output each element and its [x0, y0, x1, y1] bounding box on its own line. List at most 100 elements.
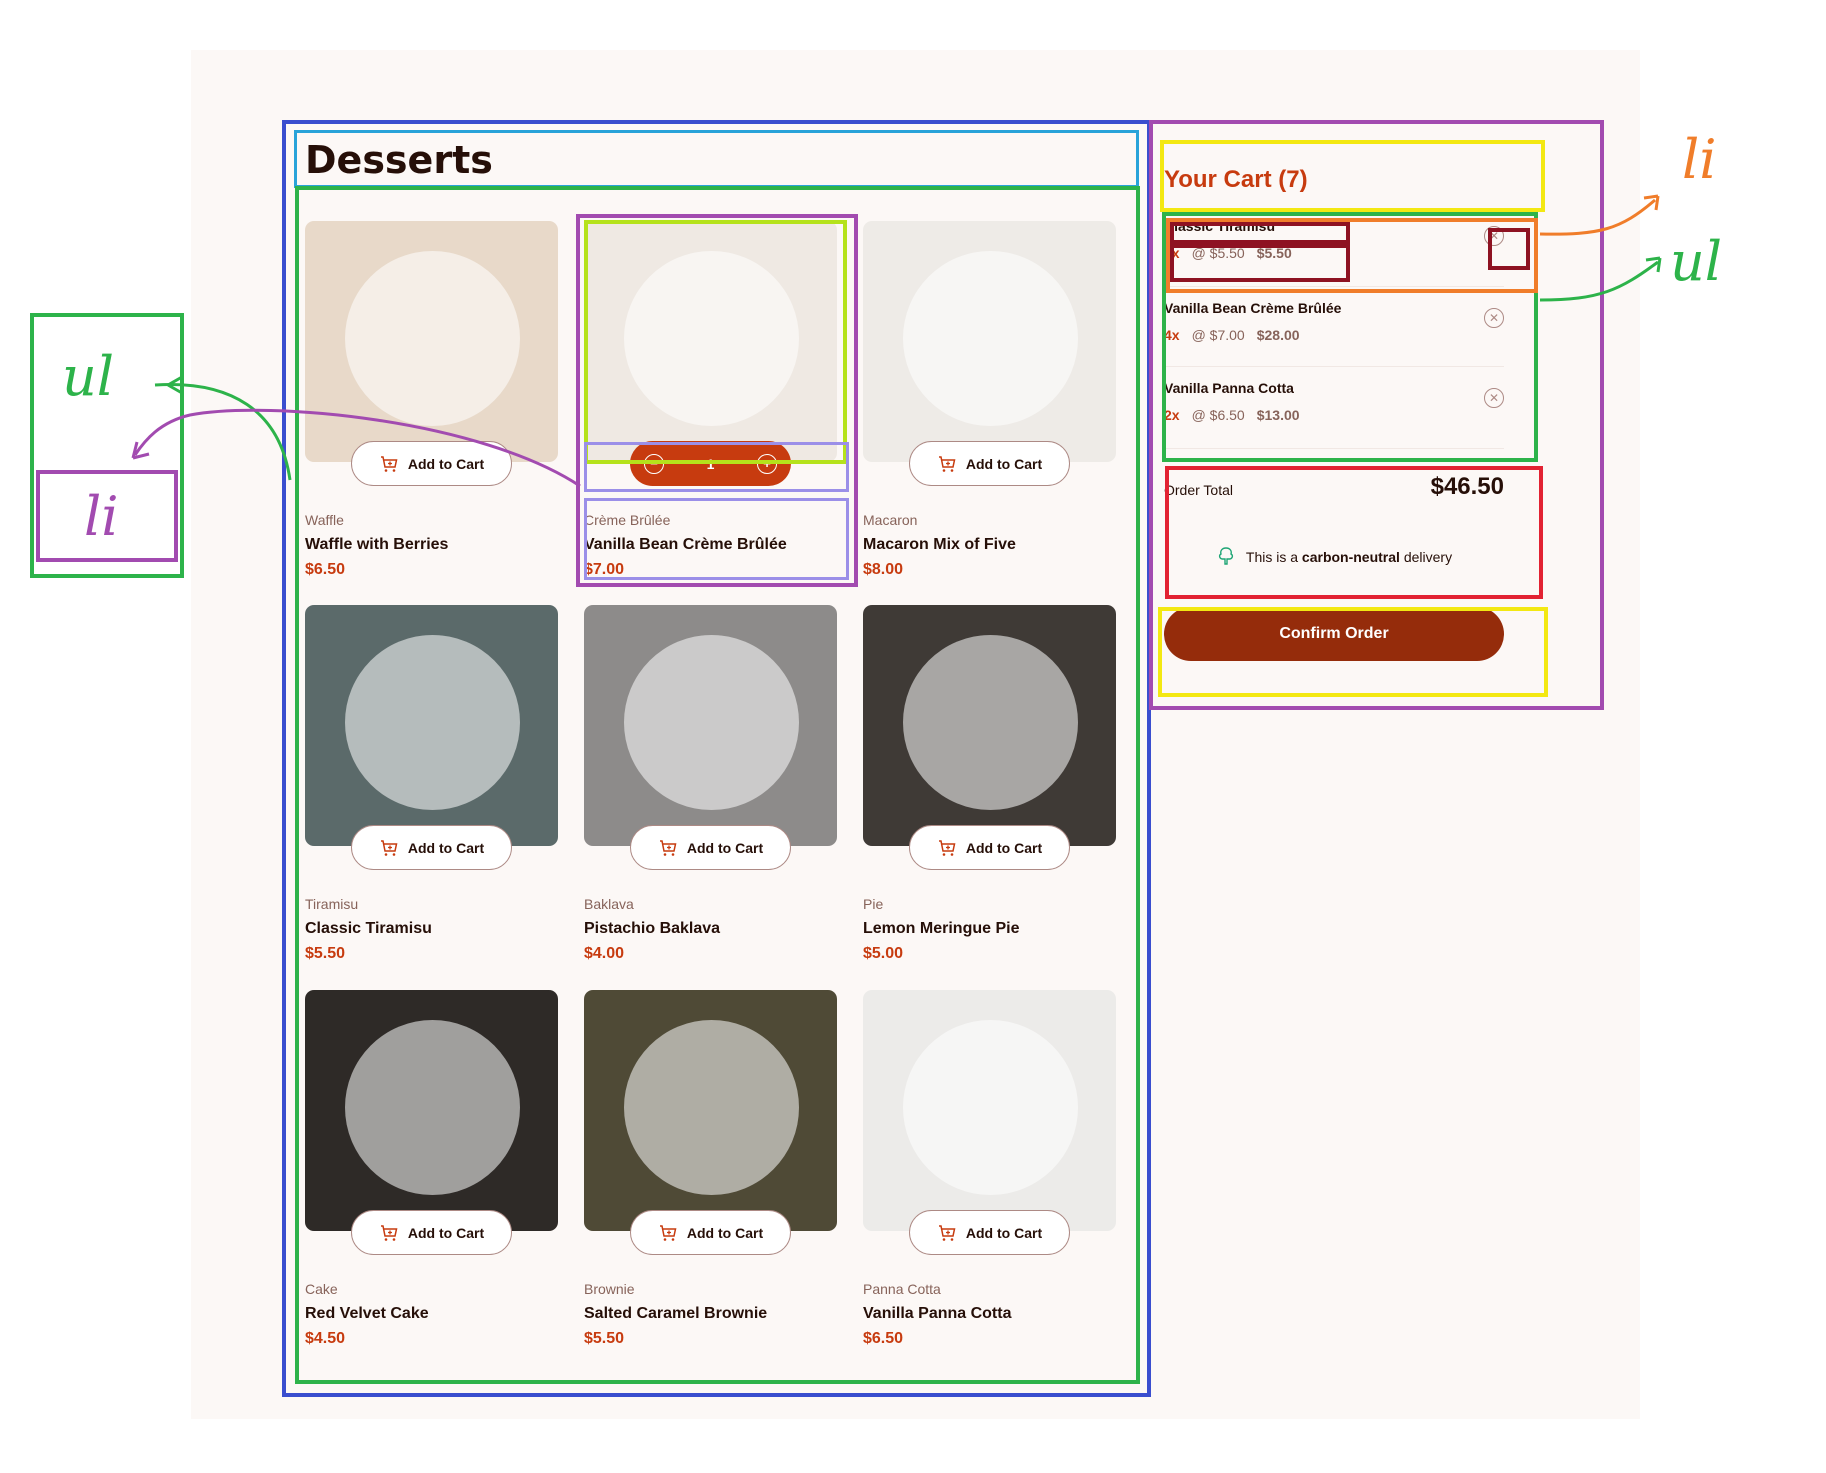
- product-image: [863, 605, 1116, 846]
- cart-item-name: Vanilla Panna Cotta: [1164, 380, 1294, 396]
- product-image: [305, 990, 558, 1231]
- product-name: Vanilla Bean Crème Brûlée: [584, 536, 787, 553]
- remove-item-icon[interactable]: ✕: [1484, 388, 1504, 408]
- add-to-cart-button[interactable]: Add to Cart: [909, 441, 1070, 486]
- product-price: $6.50: [863, 1330, 904, 1347]
- cart-item-qty: 1x: [1164, 245, 1180, 261]
- product-image: [305, 605, 558, 846]
- product-card: Add to Cart Pie Lemon Meringue Pie $5.00: [863, 605, 1116, 962]
- carbon-suffix: delivery: [1403, 549, 1453, 565]
- add-to-cart-label: Add to Cart: [407, 839, 485, 856]
- add-to-cart-button[interactable]: Add to Cart: [909, 825, 1070, 870]
- product-name: Salted Caramel Brownie: [584, 1305, 768, 1322]
- product-price: $5.50: [305, 945, 346, 962]
- product-name: Lemon Meringue Pie: [863, 920, 1020, 937]
- add-to-cart-button[interactable]: Add to Cart: [630, 1210, 791, 1255]
- product-card: Add to Cart Tiramisu Classic Tiramisu $5.50: [305, 605, 558, 962]
- product-card: Add to Cart Brownie Salted Caramel Brownie…: [584, 990, 837, 1347]
- product-card: − 1 + Crème Brûlée Vanilla Bean Crème Brûlée…: [584, 221, 837, 578]
- product-category: Waffle: [305, 512, 344, 528]
- product-category: Crème Brûlée: [584, 512, 671, 528]
- add-to-cart-button[interactable]: Add to Cart: [909, 1210, 1070, 1255]
- divider: [1164, 366, 1504, 367]
- product-card: Add to Cart Macaron Macaron Mix of Five $8.…: [863, 221, 1116, 578]
- add-cart-icon: [937, 838, 957, 858]
- divider: [1164, 448, 1504, 449]
- cart-item-total: $13.00: [1256, 407, 1300, 423]
- add-to-cart-button[interactable]: Add to Cart: [351, 1210, 512, 1255]
- cart-item-name: Vanilla Bean Crème Brûlée: [1164, 300, 1342, 316]
- add-cart-icon: [937, 1223, 957, 1243]
- product-price: $4.50: [305, 1330, 346, 1347]
- product-image: [305, 221, 558, 462]
- carbon-neutral-note: This is a carbon-neutral delivery: [1164, 531, 1504, 583]
- cart-item-total: $5.50: [1256, 245, 1292, 261]
- annotation-text-ul-left: ul: [62, 345, 115, 408]
- product-name: Macaron Mix of Five: [863, 536, 1016, 553]
- product-category: Tiramisu: [305, 896, 359, 912]
- cart-item-qty: 4x: [1164, 327, 1180, 343]
- add-to-cart-label: Add to Cart: [965, 1224, 1043, 1241]
- product-category: Brownie: [584, 1281, 635, 1297]
- divider: [1164, 286, 1504, 287]
- add-to-cart-label: Add to Cart: [407, 1224, 485, 1241]
- product-category: Baklava: [584, 896, 634, 912]
- add-to-cart-label: Add to Cart: [686, 839, 764, 856]
- product-price: $4.00: [584, 945, 625, 962]
- cart-item-qty: 2x: [1164, 407, 1180, 423]
- product-image: [863, 990, 1116, 1231]
- product-category: Cake: [305, 1281, 338, 1297]
- product-image: [584, 990, 837, 1231]
- product-image: [584, 221, 837, 462]
- add-to-cart-button[interactable]: Add to Cart: [351, 441, 512, 486]
- remove-item-icon[interactable]: ✕: [1484, 308, 1504, 328]
- cart-item-unit-price: @ $6.50: [1191, 407, 1245, 423]
- product-price: $8.00: [863, 561, 904, 578]
- add-cart-icon: [658, 1223, 678, 1243]
- product-image: [584, 605, 837, 846]
- annotation-text-li-right: li: [1682, 128, 1717, 191]
- cart-item-total: $28.00: [1256, 327, 1300, 343]
- increment-icon[interactable]: +: [756, 453, 777, 474]
- carbon-bold: carbon-neutral: [1301, 549, 1400, 565]
- product-category: Macaron: [863, 512, 918, 528]
- add-cart-icon: [658, 838, 678, 858]
- product-card: Add to Cart Baklava Pistachio Baklava $4.00: [584, 605, 837, 962]
- product-price: $5.00: [863, 945, 904, 962]
- decrement-icon[interactable]: −: [644, 453, 664, 474]
- product-price: $7.00: [584, 561, 625, 578]
- product-price: $5.50: [584, 1330, 625, 1347]
- cart-item: Vanilla Panna Cotta 2x @ $6.50 $13.00 ✕: [1164, 380, 1504, 423]
- add-cart-icon: [379, 454, 399, 474]
- cart-item-name: Classic Tiramisu: [1164, 218, 1276, 234]
- product-category: Panna Cotta: [863, 1281, 941, 1297]
- page-title: Desserts: [305, 138, 493, 182]
- tree-icon: [1216, 546, 1236, 569]
- add-to-cart-label: Add to Cart: [965, 455, 1043, 472]
- product-image: [863, 221, 1116, 462]
- product-name: Pistachio Baklava: [584, 920, 721, 937]
- remove-item-icon[interactable]: ✕: [1484, 226, 1504, 246]
- order-total-label: Order Total: [1164, 482, 1233, 498]
- cart-item-unit-price: @ $7.00: [1191, 327, 1245, 343]
- product-name: Red Velvet Cake: [305, 1305, 429, 1322]
- cart-title: Your Cart (7): [1164, 166, 1308, 193]
- add-cart-icon: [379, 838, 399, 858]
- add-to-cart-button[interactable]: Add to Cart: [351, 825, 512, 870]
- carbon-prefix: This is a: [1245, 549, 1299, 565]
- cart-item: Classic Tiramisu 1x @ $5.50 $5.50 ✕: [1164, 218, 1504, 261]
- annotation-text-ul-right: ul: [1670, 230, 1723, 293]
- add-to-cart-button[interactable]: Add to Cart: [630, 825, 791, 870]
- quantity-stepper[interactable]: − 1 +: [630, 441, 791, 486]
- add-to-cart-label: Add to Cart: [965, 839, 1043, 856]
- add-to-cart-label: Add to Cart: [686, 1224, 764, 1241]
- product-name: Vanilla Panna Cotta: [863, 1305, 1012, 1322]
- product-category: Pie: [863, 896, 884, 912]
- product-card: Add to Cart Waffle Waffle with Berries $6.5…: [305, 221, 558, 578]
- add-to-cart-label: Add to Cart: [407, 455, 485, 472]
- confirm-order-button[interactable]: Confirm Order: [1164, 607, 1504, 661]
- add-cart-icon: [379, 1223, 399, 1243]
- product-card: Add to Cart Cake Red Velvet Cake $4.50: [305, 990, 558, 1347]
- product-name: Waffle with Berries: [305, 536, 449, 553]
- product-price: $6.50: [305, 561, 346, 578]
